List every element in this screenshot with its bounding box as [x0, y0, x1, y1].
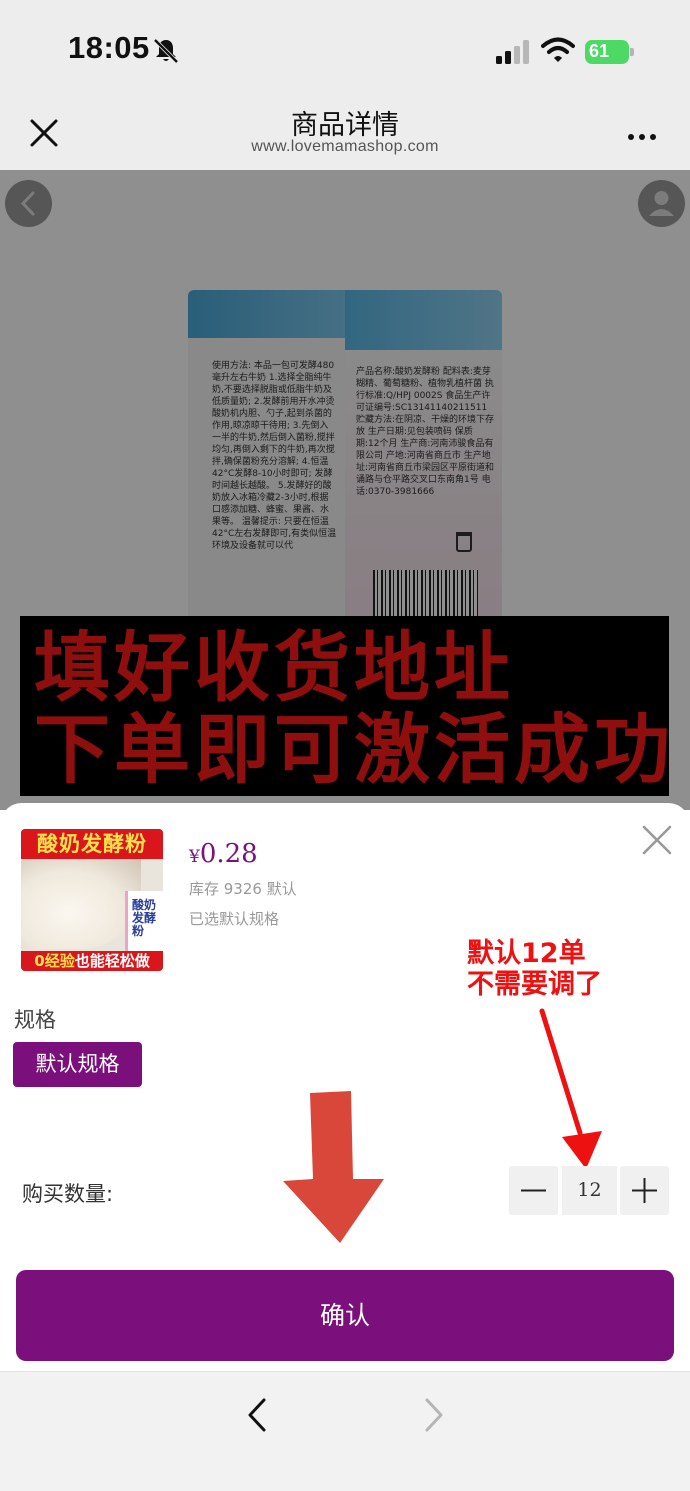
page-title: 商品详情 — [291, 110, 399, 141]
annotation-text: 默认12单 不需要调了 — [467, 938, 667, 1000]
close-icon[interactable] — [641, 824, 673, 856]
annotation-line-2: 不需要调了 — [467, 969, 602, 1000]
more-icon[interactable] — [628, 125, 664, 140]
wifi-icon — [541, 37, 575, 62]
quantity-input[interactable]: 12 — [562, 1166, 617, 1215]
status-bar: 18:05 61 — [0, 0, 690, 95]
status-time: 18:05 — [68, 30, 150, 65]
selected-spec-info: 已选默认规格 — [189, 910, 280, 928]
annotation-arrow-icon — [539, 1008, 602, 1169]
battery-percent: 61 — [589, 41, 610, 61]
thumb-bottom-text: 0经验也能轻松做 — [21, 951, 163, 971]
modal-backdrop[interactable] — [0, 170, 690, 810]
currency-symbol: ¥ — [189, 847, 200, 867]
down-arrow-icon — [283, 1091, 384, 1243]
minus-icon — [521, 1189, 546, 1192]
chevron-right-icon[interactable] — [418, 1397, 448, 1433]
cellular-signal-icon — [496, 40, 529, 64]
bell-slash-icon — [153, 38, 179, 64]
product-thumbnail: 酸奶发酵粉 酸奶 发酵粉 0经验也能轻松做 — [21, 829, 163, 971]
plus-icon — [632, 1178, 657, 1203]
page-url: www.lovemamashop.com — [251, 138, 439, 155]
chevron-left-icon[interactable] — [243, 1397, 273, 1433]
spec-label: 规格 — [14, 1008, 56, 1032]
thumb-bag-text: 酸奶 发酵粉 — [132, 898, 157, 938]
quantity-increase-button[interactable] — [620, 1166, 669, 1215]
product-price: ¥0.28 — [189, 839, 258, 869]
spec-option-default[interactable]: 默认规格 — [13, 1042, 142, 1087]
thumb-top-text: 酸奶发酵粉 — [21, 829, 163, 859]
sku-bottom-sheet: 酸奶发酵粉 酸奶 发酵粉 0经验也能轻松做 ¥0.28 库存 9326 默认 已… — [0, 803, 690, 1371]
quantity-label: 购买数量: — [22, 1182, 114, 1206]
battery-charging-icon: 61 — [585, 40, 634, 64]
stock-info: 库存 9326 默认 — [189, 880, 297, 898]
browser-toolbar — [0, 1371, 690, 1491]
quantity-stepper: 12 — [509, 1166, 669, 1215]
price-value: 0.28 — [199, 839, 258, 869]
confirm-button[interactable]: 确认 — [16, 1270, 674, 1361]
quantity-decrease-button[interactable] — [509, 1166, 558, 1215]
annotation-line-1: 默认12单 — [467, 938, 586, 969]
browser-header: 商品详情 www.lovemamashop.com — [0, 95, 690, 170]
